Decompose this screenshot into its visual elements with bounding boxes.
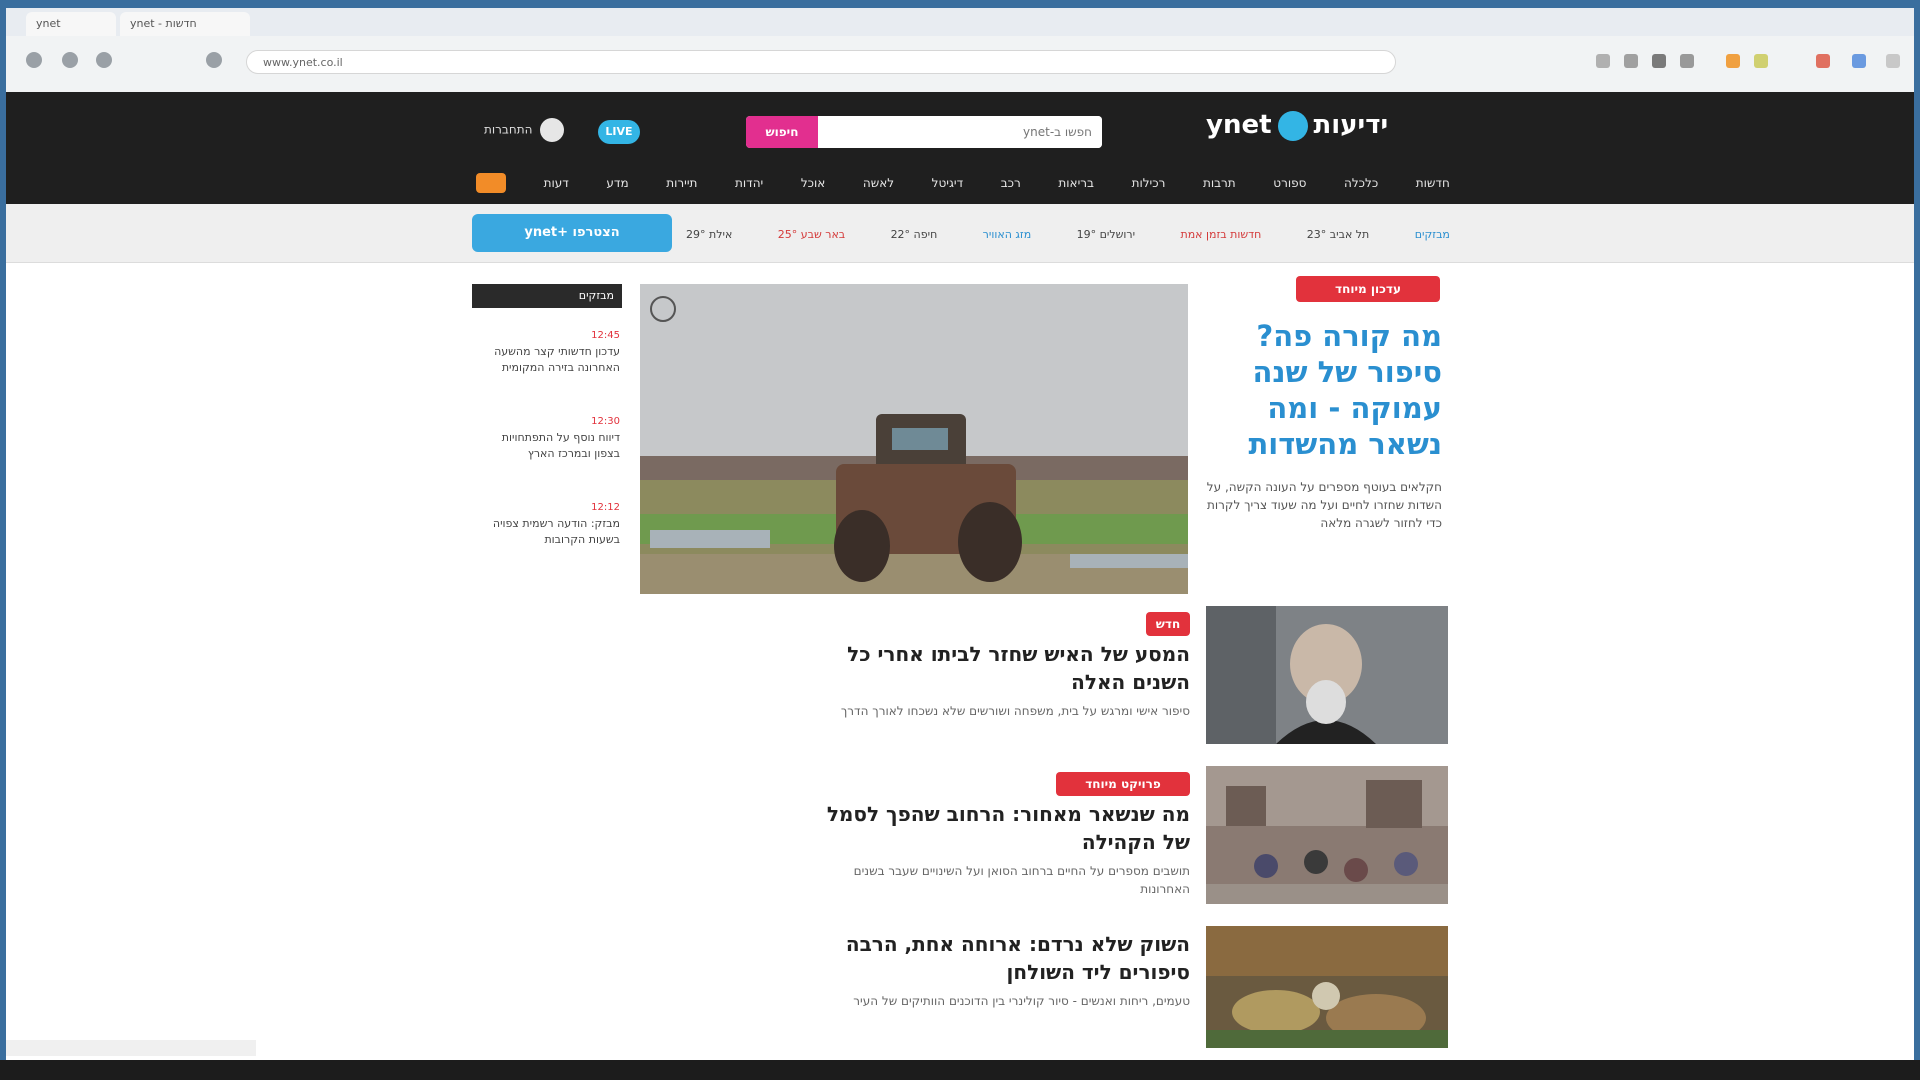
story-summary: תושבים מספרים על החיים ברחוב הסואן ועל ה… bbox=[853, 864, 1190, 896]
logo-text: ynet bbox=[1206, 110, 1272, 140]
login-label: התחברות bbox=[484, 122, 533, 137]
lead-summary: חקלאים בעוטף מספרים על העונה הקשה, על הש… bbox=[1206, 480, 1442, 530]
live-button[interactable]: LIVE bbox=[598, 120, 640, 144]
story-summary: סיפור אישי ומרגש על בית, משפחה ושורשים ש… bbox=[840, 704, 1190, 718]
story-tag: פרויקט מיוחד bbox=[1056, 772, 1190, 796]
nav-item[interactable]: ספורט bbox=[1273, 176, 1306, 190]
login-link[interactable]: התחברות bbox=[484, 118, 565, 142]
back-icon[interactable] bbox=[26, 52, 42, 68]
extension-icon[interactable] bbox=[1596, 54, 1610, 68]
ticker-item[interactable]: חיפה 22° bbox=[891, 228, 938, 241]
portrait-photo bbox=[1206, 606, 1448, 744]
browser-tab[interactable]: ynet bbox=[26, 12, 116, 36]
tractor-photo bbox=[640, 284, 1188, 594]
news-text: מבזק: הודעה רשמית צפויה בשעות הקרובות bbox=[492, 517, 620, 546]
story-headline[interactable]: המסע של האיש שחזר לביתו אחרי כל השנים הא… bbox=[812, 640, 1190, 696]
ticker-item[interactable]: ירושלים 19° bbox=[1077, 228, 1135, 241]
extension-icon[interactable] bbox=[1726, 54, 1740, 68]
home-icon[interactable] bbox=[206, 52, 222, 68]
logo-sub: ידיעות bbox=[1313, 110, 1389, 140]
search-input[interactable] bbox=[818, 116, 1102, 148]
news-text: עדכון חדשותי קצר מהשעה האחרונה בזירה המק… bbox=[494, 345, 620, 374]
nav-item[interactable]: יהדות bbox=[735, 176, 763, 190]
ticker-item[interactable]: תל אביב 23° bbox=[1307, 228, 1370, 241]
lead-image[interactable] bbox=[640, 284, 1188, 594]
news-time: 12:30 bbox=[591, 416, 620, 427]
street-photo bbox=[1206, 766, 1448, 904]
profile-icon[interactable] bbox=[1852, 54, 1866, 68]
breaking-news-item[interactable]: 12:30 דיווח נוסף על התפתחויות בצפון ובמר… bbox=[480, 414, 620, 462]
story-tag: חדש bbox=[1146, 612, 1190, 636]
nav-item[interactable]: בריאות bbox=[1058, 176, 1094, 190]
logo-dot-icon bbox=[1277, 110, 1308, 141]
story-summary: טעמים, ריחות ואנשים - סיור קולינרי בין ה… bbox=[853, 994, 1190, 1008]
extension-icon[interactable] bbox=[1624, 54, 1638, 68]
browser-tab[interactable]: ynet - חדשות bbox=[120, 12, 250, 36]
nav-item[interactable]: דעות bbox=[544, 176, 569, 190]
nav-item[interactable]: רכילות bbox=[1132, 176, 1166, 190]
ticker-item[interactable]: מבזקים bbox=[1415, 228, 1450, 241]
news-text: דיווח נוסף על התפתחויות בצפון ובמרכז האר… bbox=[501, 431, 620, 460]
news-time: 12:12 bbox=[591, 502, 620, 513]
lead-tag: עדכון מיוחד bbox=[1296, 276, 1440, 302]
browser-status-bar bbox=[6, 1040, 256, 1056]
breaking-news-item[interactable]: 12:12 מבזק: הודעה רשמית צפויה בשעות הקרו… bbox=[480, 500, 620, 548]
ticker-list: מבזקים תל אביב 23° חדשות בזמן אמת ירושלי… bbox=[686, 216, 1450, 252]
search-box: חיפוש bbox=[746, 116, 1102, 148]
news-time: 12:45 bbox=[591, 330, 620, 341]
reload-icon[interactable] bbox=[96, 52, 112, 68]
ticker-item[interactable]: באר שבע 25° bbox=[778, 228, 845, 241]
breaking-news-header[interactable]: מבזקים bbox=[472, 284, 622, 308]
ticker-strip: ynet+ הצטרפו מבזקים תל אביב 23° חדשות בז… bbox=[6, 204, 1914, 263]
main-nav: חדשות כלכלה ספורט תרבות רכילות בריאות רכ… bbox=[476, 170, 1450, 196]
extension-icon[interactable] bbox=[1680, 54, 1694, 68]
partner-logo-icon[interactable] bbox=[476, 173, 506, 193]
extension-icon[interactable] bbox=[1652, 54, 1666, 68]
story-image[interactable] bbox=[1206, 766, 1448, 904]
menu-icon[interactable] bbox=[1886, 54, 1900, 68]
ticker-item[interactable]: מזג האוויר bbox=[983, 228, 1032, 241]
nav-item[interactable]: אוכל bbox=[801, 176, 825, 190]
url-input[interactable]: www.ynet.co.il bbox=[246, 50, 1396, 74]
nav-item[interactable]: תרבות bbox=[1203, 176, 1236, 190]
nav-item[interactable]: חדשות bbox=[1416, 176, 1450, 190]
story-image[interactable] bbox=[1206, 926, 1448, 1048]
story-headline[interactable]: השוק שלא נרדם: ארוחה אחת, הרבה סיפורים ל… bbox=[812, 930, 1190, 986]
browser-window: ynet ynet - חדשות www.ynet.co.il ידיעות y… bbox=[6, 8, 1914, 1060]
ticker-item[interactable]: חדשות בזמן אמת bbox=[1180, 228, 1261, 241]
ticker-item[interactable]: אילת 29° bbox=[686, 228, 732, 241]
nav-item[interactable]: לאשה bbox=[863, 176, 894, 190]
tab-bar: ynet ynet - חדשות bbox=[6, 8, 1914, 36]
nav-item[interactable]: כלכלה bbox=[1344, 176, 1378, 190]
user-icon bbox=[540, 118, 565, 142]
extension-icon[interactable] bbox=[1754, 54, 1768, 68]
nav-item[interactable]: רכב bbox=[1001, 176, 1021, 190]
nav-item[interactable]: תיירות bbox=[666, 176, 697, 190]
story-image[interactable] bbox=[1206, 606, 1448, 744]
os-taskbar bbox=[0, 1060, 1920, 1080]
nav-item[interactable]: דיגיטל bbox=[932, 176, 963, 190]
nav-item[interactable]: מדע bbox=[606, 176, 628, 190]
site-logo[interactable]: ידיעות ynet bbox=[1206, 110, 1389, 141]
search-button[interactable]: חיפוש bbox=[746, 116, 818, 148]
play-icon[interactable] bbox=[650, 296, 676, 322]
food-photo bbox=[1206, 926, 1448, 1048]
address-bar-area: www.ynet.co.il bbox=[6, 36, 1914, 93]
subscribe-button[interactable]: ynet+ הצטרפו bbox=[472, 214, 672, 252]
forward-icon[interactable] bbox=[62, 52, 78, 68]
extension-icon[interactable] bbox=[1816, 54, 1830, 68]
breaking-news-box: מבזקים 12:45 עדכון חדשותי קצר מהשעה האחר… bbox=[472, 284, 622, 594]
breaking-news-item[interactable]: 12:45 עדכון חדשותי קצר מהשעה האחרונה בזי… bbox=[480, 328, 620, 376]
lead-headline[interactable]: מה קורה פה? סיפור של שנה עמוקה - ומה נשא… bbox=[1206, 318, 1442, 462]
story-headline[interactable]: מה שנשאר מאחור: הרחוב שהפך לסמל של הקהיל… bbox=[812, 800, 1190, 856]
site-header: ידיעות ynet חיפוש LIVE התחברות חדשות כלכל… bbox=[6, 92, 1914, 204]
